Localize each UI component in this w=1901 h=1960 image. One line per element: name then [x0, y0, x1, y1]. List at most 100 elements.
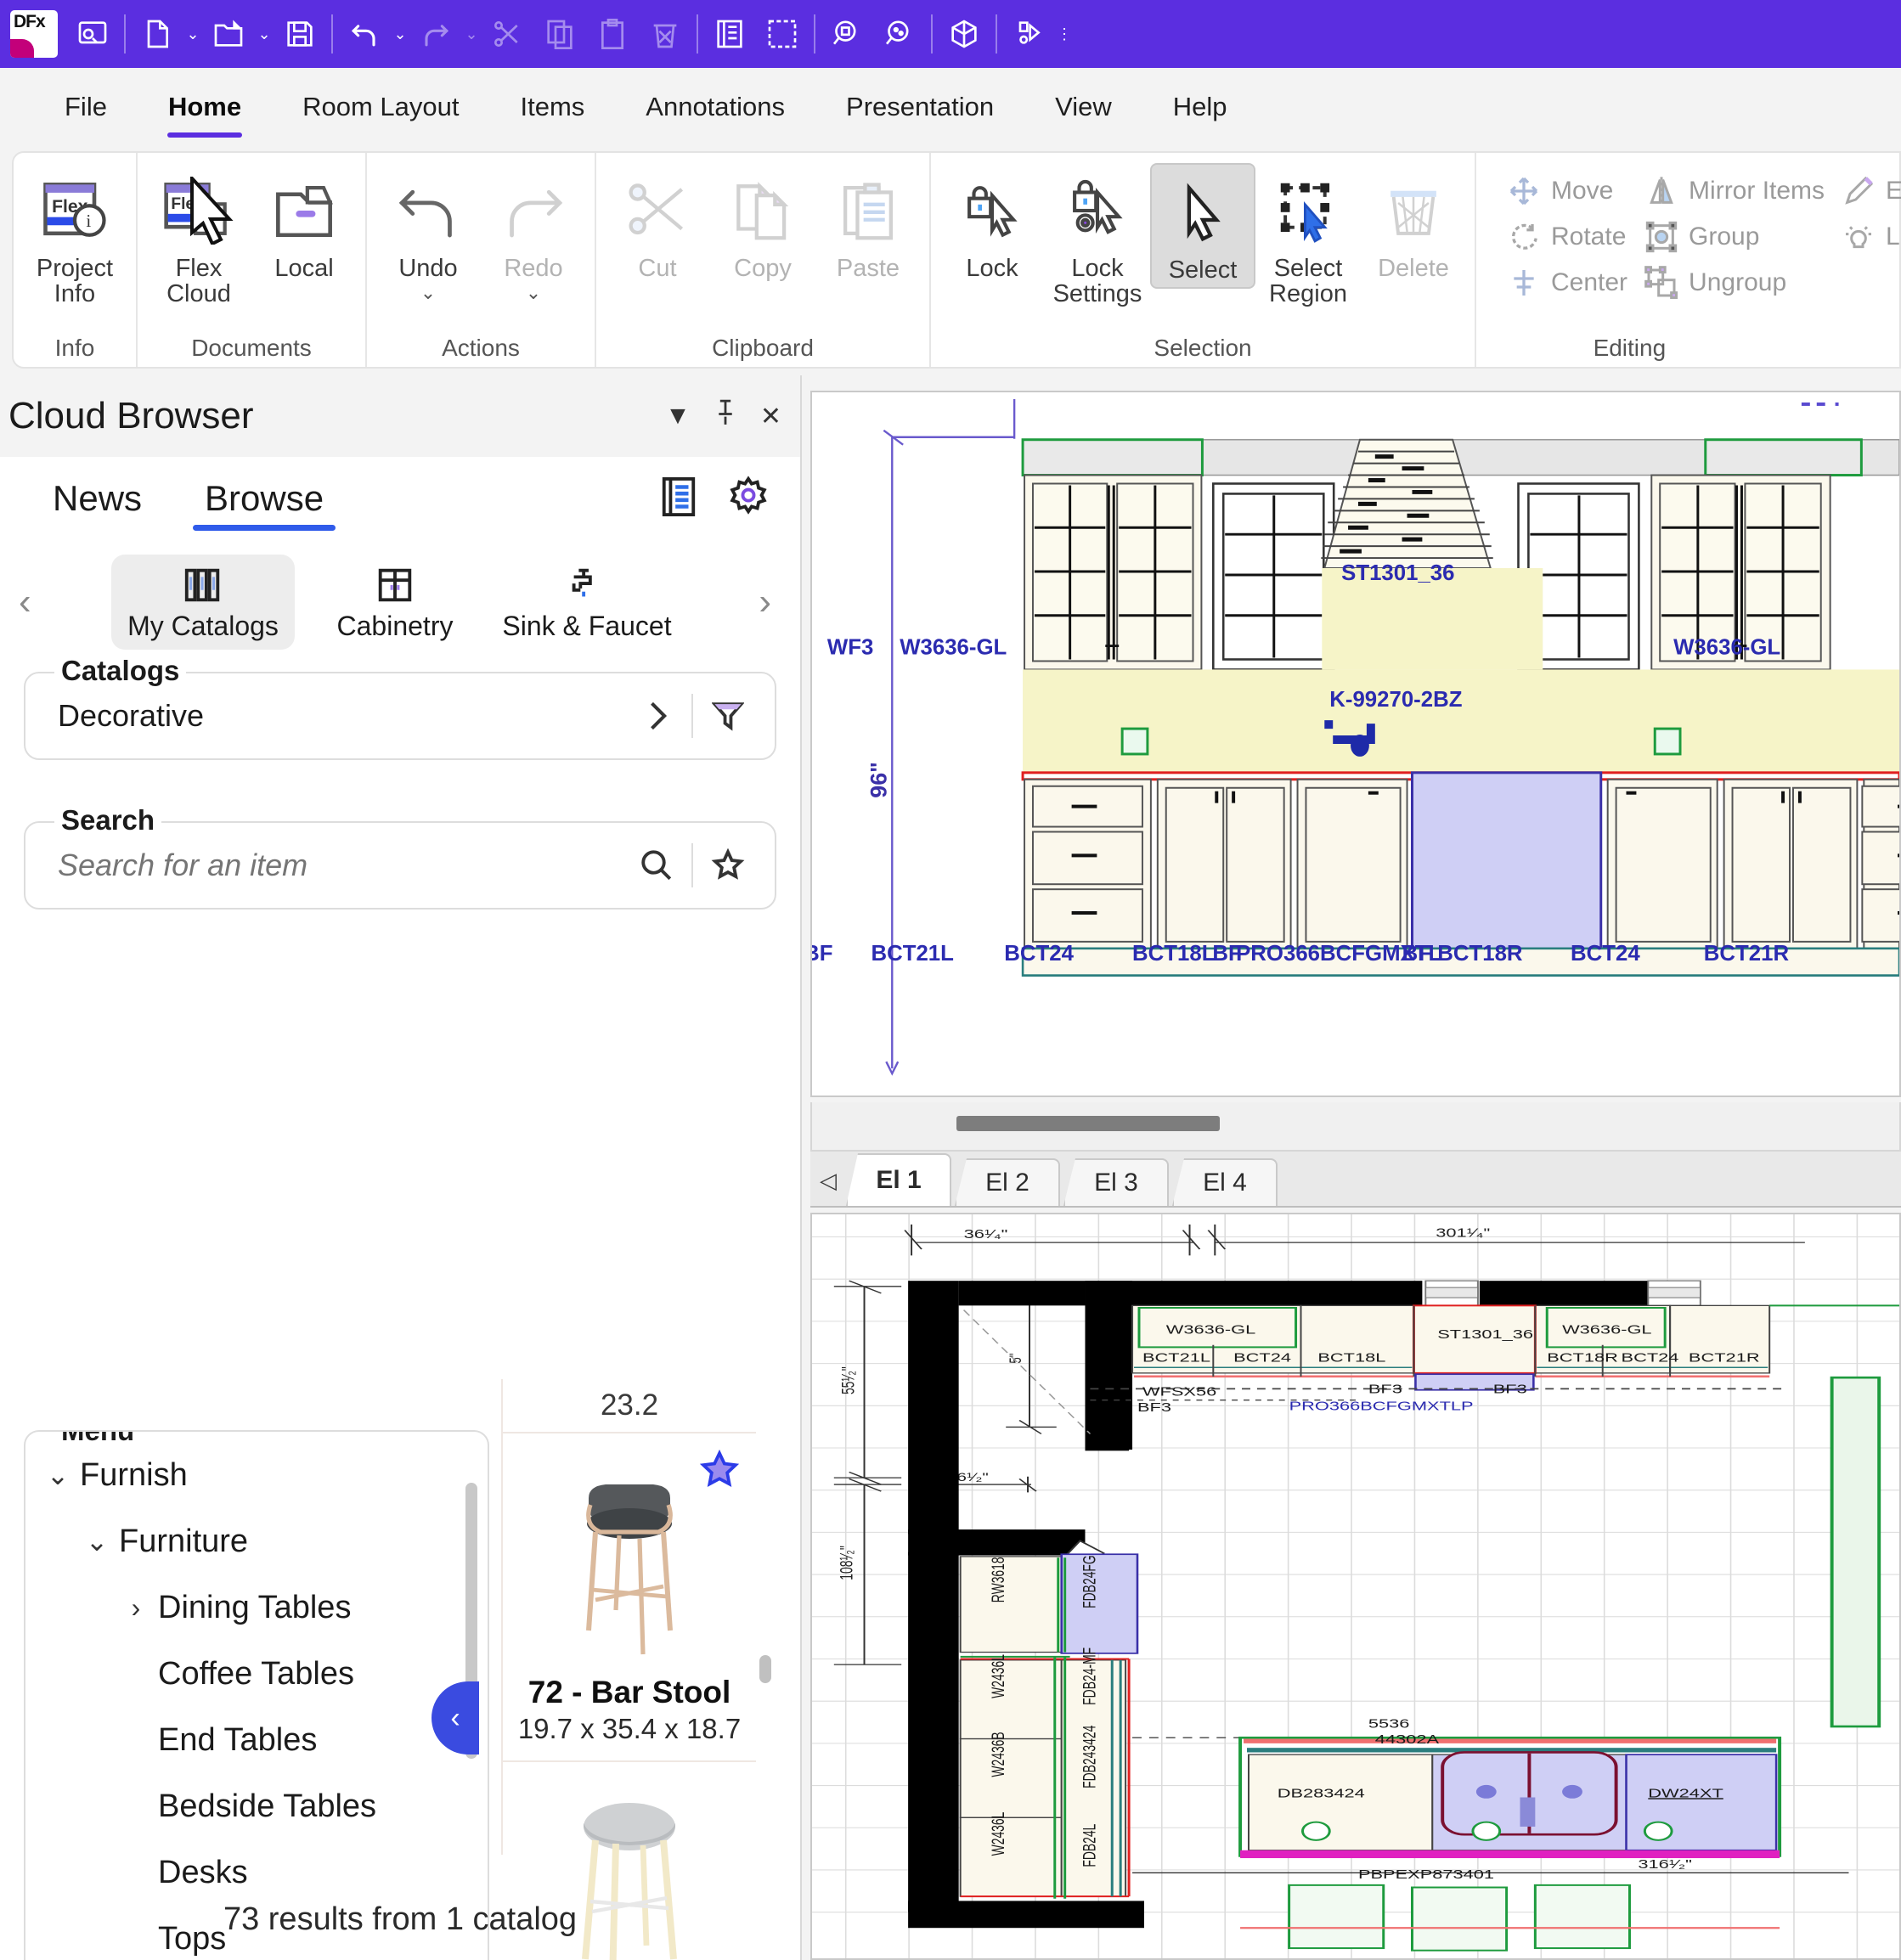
- star-outline-icon[interactable]: [702, 847, 754, 884]
- gear-icon[interactable]: [727, 476, 770, 522]
- trash-icon[interactable]: [639, 8, 691, 60]
- project-overview-icon[interactable]: [66, 8, 119, 60]
- tree-item-label: End Tables: [158, 1722, 317, 1759]
- group-button[interactable]: Group: [1638, 214, 1835, 260]
- cut-icon[interactable]: [481, 8, 533, 60]
- category-prev-button[interactable]: ‹: [19, 581, 31, 623]
- zoom-out-icon[interactable]: [873, 8, 926, 60]
- tree-item-dining-tables[interactable]: › Dining Tables: [25, 1574, 488, 1641]
- tree-item-furniture[interactable]: ⌄ Furniture: [25, 1508, 488, 1574]
- lock-settings-button[interactable]: Lock Settings: [1045, 163, 1150, 310]
- panel-dropdown-icon[interactable]: ▼: [665, 402, 691, 431]
- elevation-horizontal-scrollbar[interactable]: [810, 1102, 1901, 1152]
- ribbon-tab-presentation[interactable]: Presentation: [815, 68, 1024, 146]
- edit-button[interactable]: Ed: [1835, 168, 1901, 214]
- new-document-icon[interactable]: [131, 8, 183, 60]
- move-button[interactable]: Move: [1500, 168, 1638, 214]
- tab-el-1[interactable]: El 1: [846, 1153, 951, 1206]
- svg-text:K-99270-2BZ: K-99270-2BZ: [1329, 688, 1462, 712]
- cut-button[interactable]: Cut: [605, 163, 710, 285]
- search-input[interactable]: [25, 847, 460, 884]
- category-next-button[interactable]: ›: [759, 581, 771, 623]
- search-field[interactable]: Search: [24, 821, 776, 910]
- results-scrollbar[interactable]: [759, 1379, 771, 1855]
- zoom-in-icon[interactable]: [821, 8, 873, 60]
- ribbon-tab-file[interactable]: File: [34, 68, 138, 146]
- tree-item-furnish[interactable]: ⌄ Furnish: [25, 1442, 488, 1508]
- ribbon-tab-view[interactable]: View: [1024, 68, 1142, 146]
- light-button[interactable]: Li: [1835, 214, 1901, 260]
- redo-dropdown-chevron-icon[interactable]: ⌄: [526, 284, 541, 302]
- tab-el-3[interactable]: El 3: [1063, 1158, 1169, 1206]
- search-icon[interactable]: [630, 847, 683, 884]
- redo-dropdown-icon[interactable]: ⌄: [462, 8, 481, 60]
- undo-dropdown-icon[interactable]: ⌄: [391, 8, 409, 60]
- filter-funnel-icon[interactable]: [702, 697, 754, 735]
- close-icon[interactable]: ✕: [760, 402, 781, 431]
- svg-text:BCT21R: BCT21R: [1704, 942, 1790, 966]
- ribbon-tab-annotations[interactable]: Annotations: [615, 68, 815, 146]
- new-document-dropdown-icon[interactable]: ⌄: [183, 8, 202, 60]
- category-cabinetry[interactable]: Cabinetry: [303, 555, 487, 650]
- tree-item-end-tables[interactable]: End Tables: [25, 1707, 488, 1773]
- chevron-right-icon[interactable]: [630, 697, 683, 735]
- ungroup-button[interactable]: Ungroup: [1638, 260, 1835, 306]
- elevation-view[interactable]: 96": [810, 391, 1901, 1097]
- tab-news[interactable]: News: [41, 478, 154, 531]
- local-button[interactable]: Local: [251, 163, 357, 285]
- app-logo[interactable]: [10, 10, 58, 58]
- tree-item-coffee-tables[interactable]: Coffee Tables: [25, 1641, 488, 1707]
- rotate-button[interactable]: Rotate: [1500, 214, 1638, 260]
- redo-button[interactable]: Redo ⌄: [481, 163, 586, 306]
- open-folder-icon[interactable]: [202, 8, 255, 60]
- result-card-72[interactable]: 72 - Bar Stool 19.7 x 35.4 x 18.7: [503, 1433, 756, 1762]
- plan-view[interactable]: 36¹⁄₄" 301¹⁄₄" 55¹⁄₂" 108¹⁄₂" 5": [810, 1213, 1901, 1960]
- scrollbar-thumb[interactable]: [759, 1655, 771, 1684]
- tab-el-2[interactable]: El 2: [955, 1158, 1060, 1206]
- scrollbar-thumb[interactable]: [956, 1116, 1220, 1131]
- project-info-button[interactable]: Flex i Project Info: [22, 163, 127, 310]
- copy-button[interactable]: Copy: [710, 163, 815, 285]
- ribbon-tab-home[interactable]: Home: [138, 68, 272, 146]
- delete-button[interactable]: Delete: [1361, 163, 1466, 285]
- favorite-star-icon[interactable]: [698, 1449, 741, 1495]
- catalog-icon[interactable]: [703, 8, 756, 60]
- select-button[interactable]: Select: [1150, 163, 1255, 289]
- pin-icon[interactable]: [713, 398, 738, 434]
- copy-icon[interactable]: [533, 8, 586, 60]
- center-button[interactable]: Center: [1500, 260, 1638, 306]
- redo-icon[interactable]: [409, 8, 462, 60]
- undo-button[interactable]: Undo ⌄: [375, 163, 481, 306]
- tab-browse[interactable]: Browse: [193, 478, 336, 531]
- tab-el-4[interactable]: El 4: [1172, 1158, 1278, 1206]
- catalogs-field[interactable]: Catalogs Decorative: [24, 672, 776, 760]
- ribbon-tab-room-layout[interactable]: Room Layout: [272, 68, 489, 146]
- svg-text:BCT21L: BCT21L: [871, 942, 953, 966]
- category-sink-faucet[interactable]: Sink & Faucet: [495, 555, 679, 650]
- category-my-catalogs[interactable]: My Catalogs: [111, 555, 295, 650]
- flex-cloud-button[interactable]: Flex Flex Cloud: [146, 163, 251, 310]
- list-view-icon[interactable]: [659, 476, 698, 522]
- ribbon-tab-help[interactable]: Help: [1142, 68, 1258, 146]
- chevron-down-icon[interactable]: ⌄: [36, 1459, 80, 1491]
- tabs-prev-arrow[interactable]: ◁: [810, 1168, 846, 1206]
- tree-item-bedside-tables[interactable]: Bedside Tables: [25, 1773, 488, 1839]
- undo-icon[interactable]: [338, 8, 391, 60]
- overflow-icon[interactable]: ⋮: [1055, 8, 1074, 60]
- annotate-icon[interactable]: [756, 8, 809, 60]
- open-folder-dropdown-icon[interactable]: ⌄: [255, 8, 274, 60]
- tree-item-desks[interactable]: Desks: [25, 1839, 488, 1906]
- cube-3d-icon[interactable]: [938, 8, 990, 60]
- save-icon[interactable]: [274, 8, 326, 60]
- select-region-button[interactable]: Select Region: [1255, 163, 1361, 310]
- lock-button[interactable]: Lock: [939, 163, 1045, 285]
- mirror-items-button[interactable]: Mirror Items: [1638, 168, 1835, 214]
- paste-button[interactable]: Paste: [815, 163, 921, 285]
- chevron-right-icon[interactable]: ›: [114, 1592, 158, 1624]
- undo-dropdown-chevron-icon[interactable]: ⌄: [420, 284, 436, 302]
- chevron-down-icon[interactable]: ⌄: [75, 1525, 119, 1557]
- ribbon-tab-items[interactable]: Items: [489, 68, 615, 146]
- divider: [331, 14, 333, 54]
- render-icon[interactable]: [1002, 8, 1055, 60]
- paste-icon[interactable]: [586, 8, 639, 60]
